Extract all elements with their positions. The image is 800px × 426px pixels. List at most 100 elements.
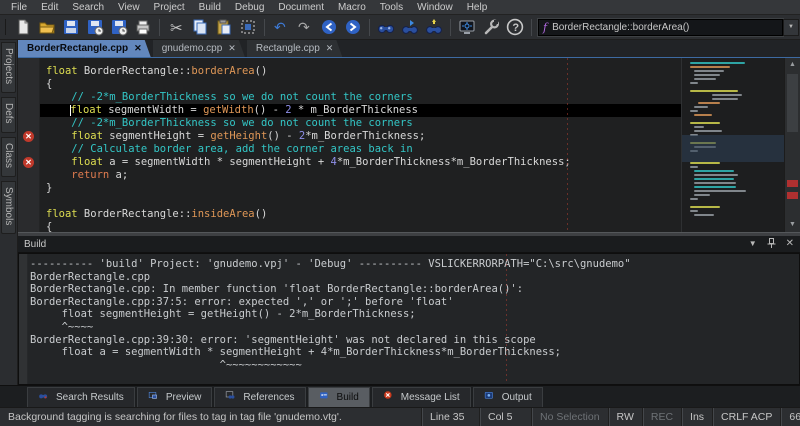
menu-file[interactable]: File [4,2,34,13]
cut-icon[interactable]: ✂ [164,17,188,38]
help-icon[interactable]: ? [503,17,527,38]
rail-tab-defs[interactable]: Defs [1,97,16,133]
bottom-tab-search-results[interactable]: Search Results [27,387,135,407]
status-readwrite[interactable]: RW [609,408,643,426]
code-line[interactable]: // -2*m_BorderThickness so we do not cou… [40,117,681,130]
save-all-icon[interactable] [83,17,107,38]
tab-close-icon[interactable]: ✕ [228,43,236,54]
build-output-line[interactable] [30,371,799,384]
build-output-line[interactable]: ---------- 'build' Project: 'gnudemo.vpj… [30,258,799,271]
bottom-tab-references[interactable]: References [214,387,305,407]
code-area[interactable]: float BorderRectangle::borderArea(){ // … [40,58,681,232]
code-line[interactable]: // Calculate border area, add the corner… [40,143,681,156]
bottom-tab-output[interactable]: Output [473,387,543,407]
config-display-icon[interactable] [455,17,479,38]
code-editor[interactable]: ✕✕ float BorderRectangle::borderArea(){ … [18,58,800,232]
back-icon[interactable] [317,17,341,38]
error-marker-icon[interactable]: ✕ [23,157,34,168]
build-output-line[interactable]: BorderRectangle.cpp [30,271,799,284]
function-combo-field[interactable]: f BorderRectangle::borderArea() [538,19,783,36]
find-next-icon[interactable] [398,17,422,38]
rail-tab-class[interactable]: Class [1,137,16,177]
build-output-panel[interactable]: ---------- 'build' Project: 'gnudemo.vpj… [18,253,800,385]
minimap-line [688,218,780,220]
scroll-down-arrow-icon[interactable]: ▼ [789,218,796,232]
build-output-line[interactable]: BorderRectangle.cpp:37:5: error: expecte… [30,296,799,309]
build-output-line[interactable]: ^~~~~~~~~~~~~ [30,359,799,372]
menu-debug[interactable]: Debug [228,2,271,13]
minimap-line [694,70,724,72]
code-line[interactable]: // -2*m_BorderThickness so we do not cou… [40,91,681,104]
build-output-line[interactable]: float a = segmentWidth * segmentHeight +… [30,346,799,359]
minimap-viewport[interactable] [682,135,784,163]
find-in-files-icon[interactable] [422,17,446,38]
code-line[interactable]: { [40,221,681,232]
scrollbar-thumb[interactable] [787,74,798,132]
minimap[interactable] [681,58,784,232]
scroll-up-arrow-icon[interactable]: ▲ [789,58,796,72]
bottom-tab-build[interactable]: Build [308,387,370,407]
build-output-line[interactable]: ^~~~~ [30,321,799,334]
preview-window-icon [148,392,161,403]
error-marker-icon[interactable]: ✕ [23,131,34,142]
build-panel-close-icon[interactable]: ✕ [786,239,794,249]
save-as-icon[interactable] [107,17,131,38]
open-file-icon[interactable] [35,17,59,38]
select-block-icon[interactable] [236,17,260,38]
function-combobox[interactable]: f BorderRectangle::borderArea() ▼ [527,19,799,36]
editor-tab-borderrectangle-cpp[interactable]: BorderRectangle.cpp✕ [18,40,151,57]
rail-tab-projects[interactable]: Projects [1,42,16,93]
build-output-text[interactable]: ---------- 'build' Project: 'gnudemo.vpj… [28,254,799,384]
find-icon[interactable] [374,17,398,38]
menu-view[interactable]: View [111,2,147,13]
undo-icon[interactable]: ↶ [269,17,293,38]
status-record[interactable]: REC [643,408,682,426]
editor-tab-gnudemo-cpp[interactable]: gnudemo.cpp✕ [153,40,245,57]
function-combo-dropdown-button[interactable]: ▼ [783,19,799,36]
tools-wrench-icon[interactable] [479,17,503,38]
code-line[interactable]: } [40,182,681,195]
build-output-line[interactable]: BorderRectangle.cpp: In member function … [30,283,799,296]
editor-vertical-scrollbar[interactable]: ▲ ▼ [784,58,800,232]
code-line[interactable] [40,195,681,208]
menu-build[interactable]: Build [192,2,228,13]
new-file-icon[interactable] [11,17,35,38]
tab-close-icon[interactable]: ✕ [326,43,334,54]
code-line[interactable]: float BorderRectangle::borderArea() [40,65,681,78]
menu-window[interactable]: Window [410,2,460,13]
bottom-tab-message-list[interactable]: Message List [372,387,471,407]
tab-close-icon[interactable]: ✕ [134,43,142,54]
menu-macro[interactable]: Macro [331,2,373,13]
code-line[interactable]: float a = segmentWidth * segmentHeight +… [40,156,681,169]
build-output-line[interactable]: float segmentHeight = getHeight() - 2*m_… [30,308,799,321]
code-line[interactable]: float BorderRectangle::insideArea() [40,208,681,221]
menu-document[interactable]: Document [271,2,331,13]
code-line[interactable]: float segmentWidth = getWidth() - 2 * m_… [40,104,681,117]
status-line[interactable]: Line 35 [422,408,480,426]
rail-tab-symbols[interactable]: Symbols [1,181,16,234]
menu-edit[interactable]: Edit [34,2,65,13]
status-eol-encoding[interactable]: CRLF ACP [713,408,781,426]
paste-icon[interactable] [212,17,236,38]
print-icon[interactable] [131,17,155,38]
redo-icon[interactable]: ↷ [293,17,317,38]
editor-tab-rectangle-cpp[interactable]: Rectangle.cpp✕ [247,40,342,57]
bottom-tab-preview[interactable]: Preview [137,387,213,407]
menu-project[interactable]: Project [147,2,192,13]
save-icon[interactable] [59,17,83,38]
status-insert-mode[interactable]: Ins [682,408,713,426]
forward-icon[interactable] [341,17,365,38]
menu-help[interactable]: Help [460,2,495,13]
menu-tools[interactable]: Tools [373,2,410,13]
build-panel-pin-icon[interactable] [767,238,776,250]
copy-icon[interactable] [188,17,212,38]
code-line[interactable]: return a; [40,169,681,182]
build-panel-titlebar[interactable]: Build ▼ ✕ [18,236,800,253]
menu-search[interactable]: Search [65,2,111,13]
status-col[interactable]: Col 5 [480,408,532,426]
code-line[interactable]: { [40,78,681,91]
build-output-line[interactable]: BorderRectangle.cpp:39:30: error: 'segme… [30,334,799,347]
toolbar-drag-handle[interactable] [5,19,6,35]
code-line[interactable]: float segmentHeight = getHeight() - 2*m_… [40,130,681,143]
build-panel-dropdown-icon[interactable]: ▼ [749,240,757,248]
